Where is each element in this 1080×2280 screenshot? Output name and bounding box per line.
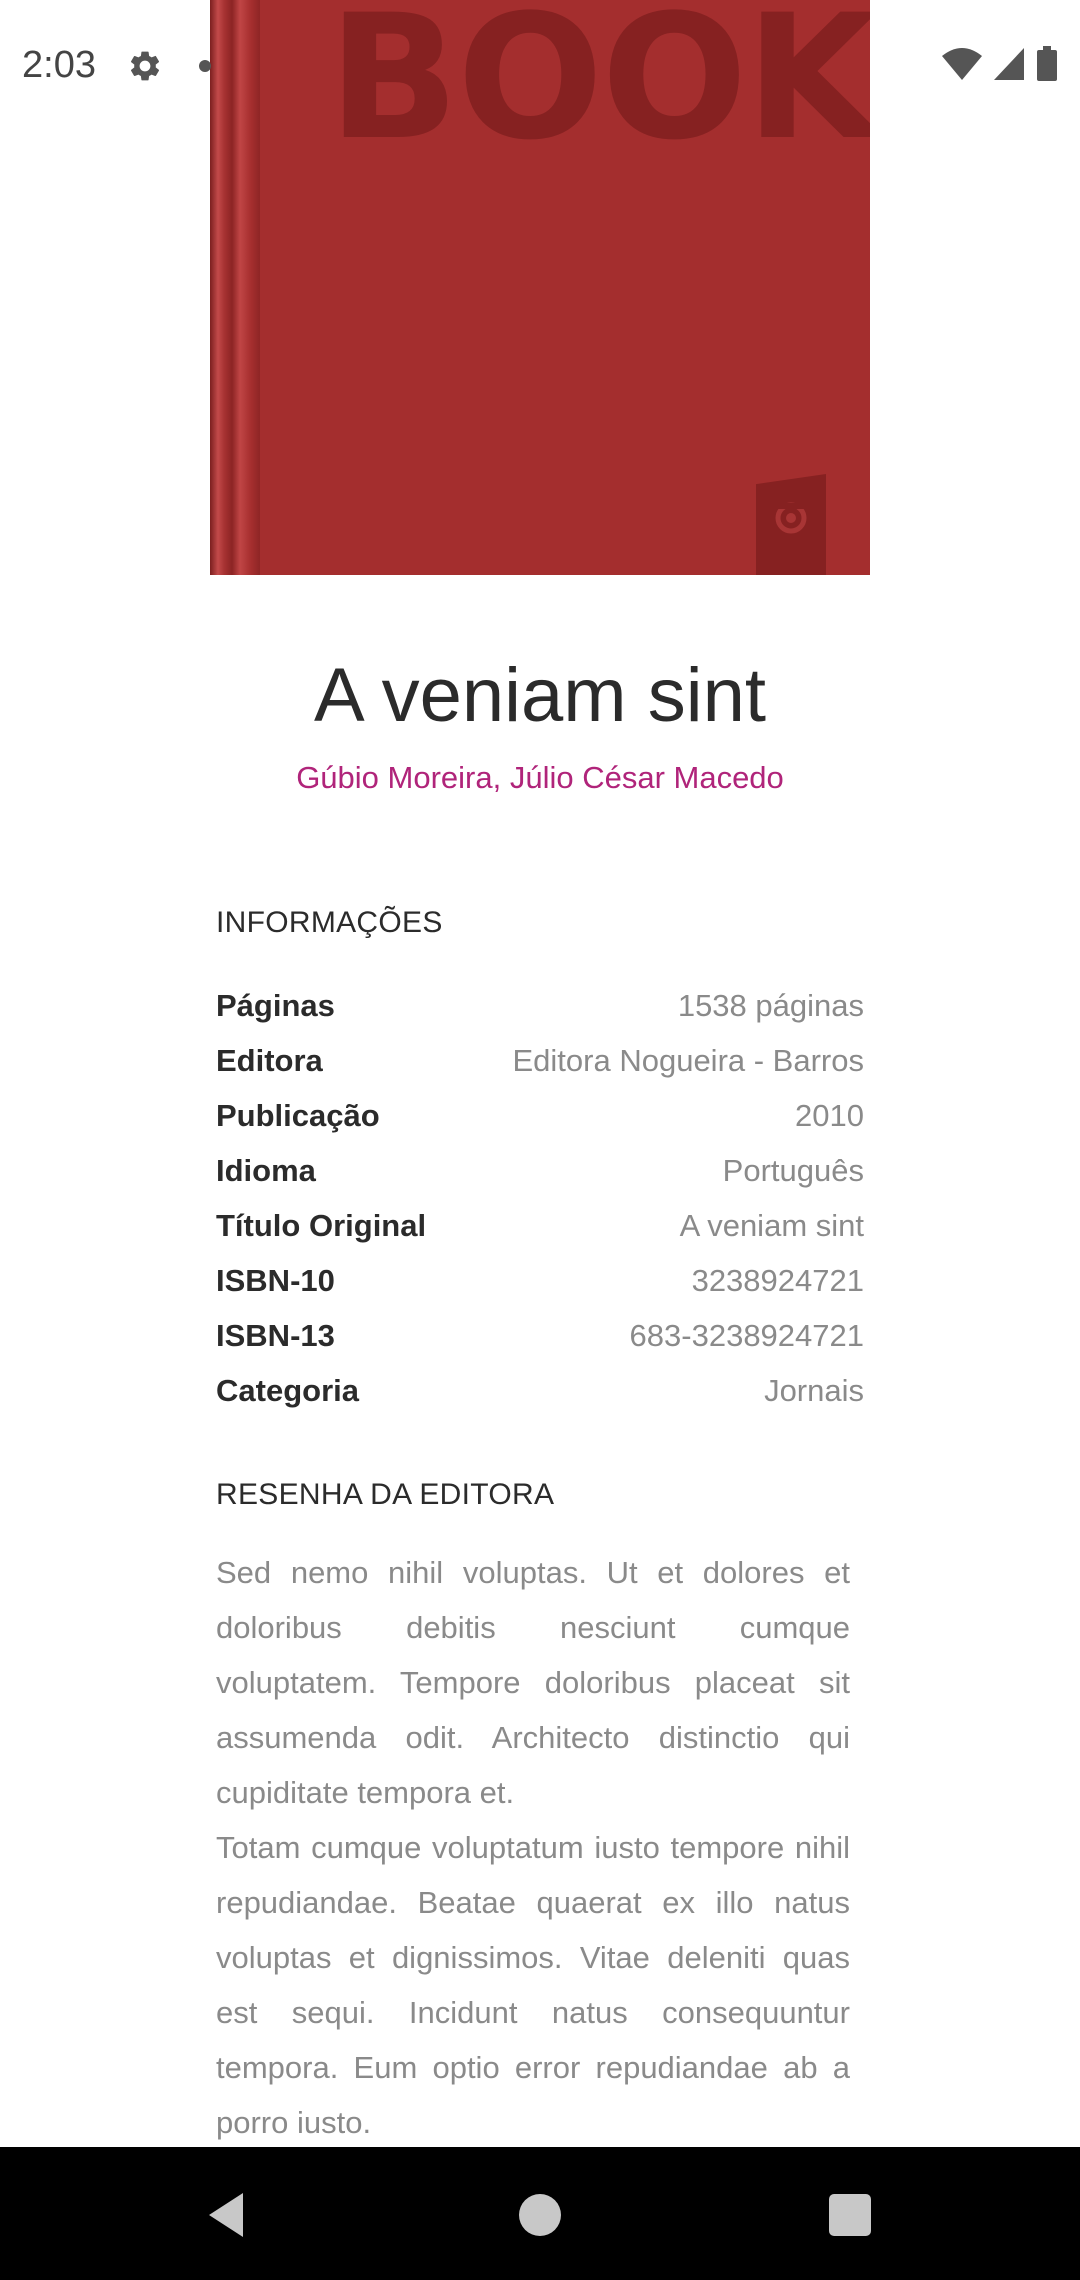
navigation-bar xyxy=(0,2147,1080,2280)
status-icons xyxy=(942,46,1058,87)
info-label: ISBN-13 xyxy=(216,1317,335,1353)
book-title: A veniam sint xyxy=(314,653,766,738)
info-label: Categoria xyxy=(216,1372,359,1408)
wifi-icon xyxy=(942,46,982,87)
book-detail-screen: BOOK 2:03 A veniam sint Gúbio Moreira, J… xyxy=(0,0,1080,2280)
info-label: Idioma xyxy=(216,1152,316,1188)
info-value: Português xyxy=(722,1152,864,1188)
publisher-emblem-icon xyxy=(756,474,826,575)
status-time: 2:03 xyxy=(22,44,96,86)
info-label: Páginas xyxy=(216,987,335,1023)
settings-gear-icon xyxy=(127,48,163,89)
info-label: Publicação xyxy=(216,1097,380,1133)
info-value: 683-3238924721 xyxy=(629,1317,864,1353)
info-label: Editora xyxy=(216,1042,323,1078)
back-icon[interactable] xyxy=(205,2191,247,2244)
home-icon[interactable] xyxy=(519,2194,561,2236)
review-heading: RESENHA DA EDITORA xyxy=(216,1478,555,1511)
info-row-pages: Páginas 1538 páginas xyxy=(216,978,864,1033)
info-row-publisher: Editora Editora Nogueira - Barros xyxy=(216,1033,864,1088)
book-authors[interactable]: Gúbio Moreira, Júlio César Macedo xyxy=(0,760,1080,796)
info-list: Páginas 1538 páginas Editora Editora Nog… xyxy=(216,978,864,1418)
status-bar: 2:03 xyxy=(0,0,1080,135)
info-row-language: Idioma Português xyxy=(216,1143,864,1198)
info-row-isbn13: ISBN-13 683-3238924721 xyxy=(216,1308,864,1363)
notification-dot-icon xyxy=(199,60,211,72)
info-label: ISBN-10 xyxy=(216,1262,335,1298)
info-label: Título Original xyxy=(216,1207,427,1243)
info-row-category: Categoria Jornais xyxy=(216,1363,864,1418)
info-value: 1538 páginas xyxy=(677,987,864,1023)
recents-icon[interactable] xyxy=(829,2194,871,2236)
info-row-isbn10: ISBN-10 3238924721 xyxy=(216,1253,864,1308)
info-value: Jornais xyxy=(764,1372,864,1408)
info-value: A veniam sint xyxy=(679,1207,864,1243)
review-text: Sed nemo nihil voluptas. Ut et dolores e… xyxy=(216,1555,850,2140)
battery-icon xyxy=(1036,46,1058,87)
info-heading: INFORMAÇÕES xyxy=(216,906,443,939)
info-value: Editora Nogueira - Barros xyxy=(512,1042,865,1078)
info-row-original-title: Título Original A veniam sint xyxy=(216,1198,864,1253)
cellular-signal-icon xyxy=(992,46,1026,87)
info-value: 2010 xyxy=(795,1097,864,1133)
info-value: 3238924721 xyxy=(691,1262,864,1298)
info-row-publication: Publicação 2010 xyxy=(216,1088,864,1143)
